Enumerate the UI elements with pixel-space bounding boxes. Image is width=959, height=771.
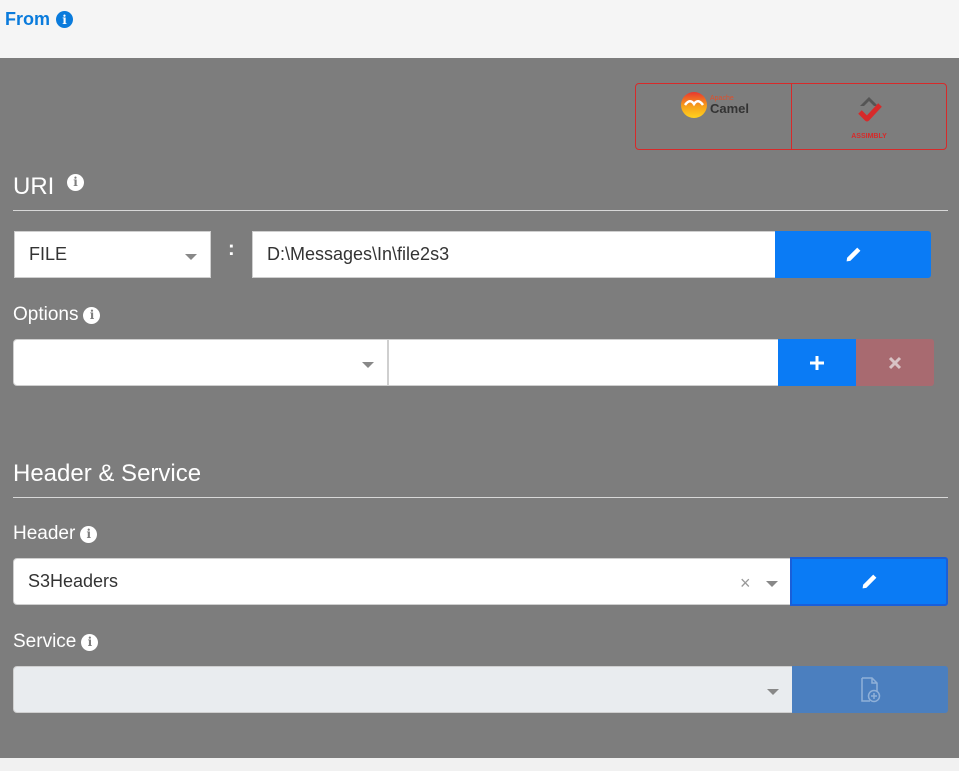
camel-logo-button[interactable]: Apache Camel: [635, 83, 792, 150]
chevron-down-icon: [767, 689, 779, 695]
info-circle-icon[interactable]: i: [67, 173, 85, 191]
endpoint-panel: [0, 58, 959, 758]
camel-icon: [681, 92, 707, 118]
page-title: From i: [5, 9, 73, 30]
header-label: Header i: [13, 523, 98, 545]
chevron-down-icon: [362, 362, 374, 368]
clear-icon[interactable]: ×: [740, 573, 751, 594]
options-label-text: Options: [13, 304, 79, 325]
pencil-icon: [862, 574, 876, 589]
scheme-value: FILE: [29, 244, 68, 264]
assimbly-icon: [858, 97, 882, 122]
remove-option-button[interactable]: [856, 339, 934, 386]
scheme-select[interactable]: FILE: [14, 231, 211, 278]
header-service-section-title: Header & Service: [13, 460, 202, 487]
camel-big-text: Camel: [710, 101, 750, 116]
pencil-icon: [846, 247, 860, 262]
chevron-down-icon: [766, 581, 778, 587]
edit-header-button[interactable]: [790, 557, 948, 606]
info-circle-icon[interactable]: i: [81, 633, 99, 651]
header-select[interactable]: S3Headers: [13, 558, 791, 605]
info-circle-icon[interactable]: i: [80, 525, 98, 543]
add-service-button[interactable]: [792, 666, 948, 713]
header-label-text: Header: [13, 523, 76, 544]
header-service-divider: [13, 497, 948, 498]
uri-divider: [13, 210, 948, 211]
info-circle-icon[interactable]: i: [83, 306, 101, 324]
page-title-text: From: [5, 9, 50, 29]
assimbly-text: ASSIMBLY: [851, 133, 887, 140]
assimbly-logo-button[interactable]: ASSIMBLY: [791, 83, 947, 150]
times-icon: [888, 356, 902, 369]
edit-uri-button[interactable]: [775, 231, 931, 278]
option-key-select[interactable]: [13, 339, 388, 386]
option-value-input[interactable]: [388, 339, 779, 386]
bottom-strip: [0, 758, 959, 771]
service-label-text: Service: [13, 631, 77, 652]
header-value: S3Headers: [28, 571, 119, 591]
options-label: Options i: [13, 304, 101, 326]
uri-path-input[interactable]: D:\Messages\In\file2s3: [252, 231, 776, 278]
assimbly-logo: ASSIMBLY: [844, 92, 894, 140]
plus-icon: [810, 355, 824, 370]
chevron-down-icon: [185, 254, 197, 260]
uri-separator: :: [228, 238, 235, 260]
uri-section-title: URI i: [13, 173, 85, 201]
service-label: Service i: [13, 631, 99, 653]
add-option-button[interactable]: [778, 339, 856, 386]
uri-section-label: URI: [13, 173, 55, 200]
uri-path-value: D:\Messages\In\file2s3: [267, 244, 450, 264]
info-circle-icon[interactable]: i: [56, 11, 73, 28]
camel-logo: Apache Camel: [681, 92, 749, 118]
service-select[interactable]: [13, 666, 793, 713]
file-plus-icon: [861, 676, 881, 702]
top-bar: From i: [0, 0, 959, 58]
